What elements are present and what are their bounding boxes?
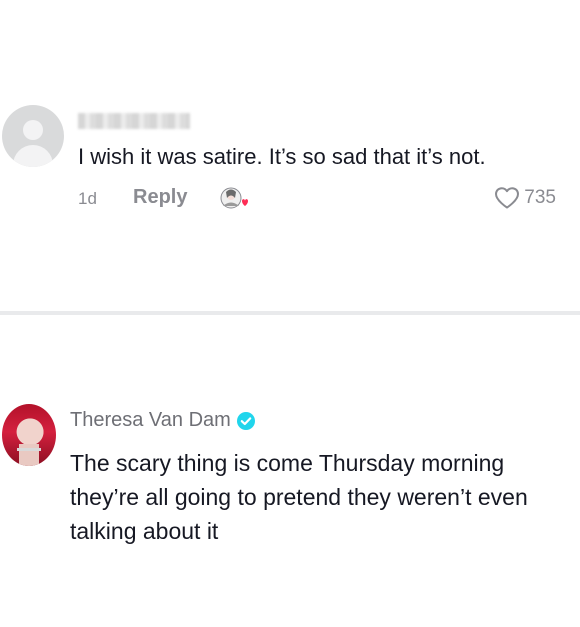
- comment-meta-row: 1d Reply 735: [78, 186, 568, 212]
- comment-timestamp: 1d: [78, 189, 97, 208]
- blurred-username[interactable]: [78, 113, 190, 129]
- creator-liked-icon: [220, 187, 248, 209]
- comment-text: The scary thing is come Thursday morning…: [70, 450, 528, 544]
- default-avatar[interactable]: [2, 105, 64, 167]
- like-count: 735: [524, 187, 556, 208]
- verified-check-icon: [236, 411, 255, 430]
- user-avatar[interactable]: [2, 404, 56, 466]
- username-row: Theresa Van Dam: [70, 409, 255, 432]
- comment-item: I wish it was satire. It’s so sad that i…: [0, 0, 580, 310]
- username[interactable]: Theresa Van Dam: [70, 409, 231, 432]
- section-divider: [0, 311, 580, 315]
- reply-button[interactable]: Reply: [133, 186, 187, 209]
- comment-text: I wish it was satire. It’s so sad that i…: [78, 144, 486, 169]
- heart-outline-icon[interactable]: [494, 186, 520, 210]
- avatar-choker-shape: [17, 448, 41, 451]
- avatar-shoulders-shape: [13, 145, 53, 167]
- like-button[interactable]: 735: [494, 186, 556, 210]
- avatar-head-shape: [23, 120, 43, 140]
